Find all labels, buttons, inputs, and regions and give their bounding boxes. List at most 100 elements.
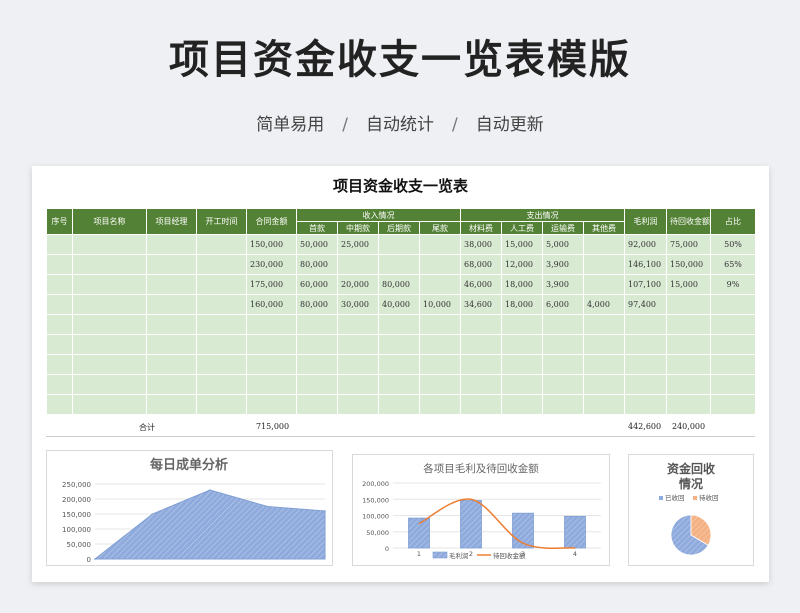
cell-expense[interactable]: 34,600 xyxy=(460,294,502,315)
cell-seq[interactable] xyxy=(46,294,73,315)
cell-ratio[interactable]: 65% xyxy=(710,254,756,275)
cell-manager[interactable] xyxy=(146,234,197,255)
cell-empty[interactable] xyxy=(501,334,543,355)
cell-empty[interactable] xyxy=(624,334,667,355)
cell-expense[interactable]: 15,000 xyxy=(501,234,543,255)
cell-seq[interactable] xyxy=(46,254,73,275)
cell-empty[interactable] xyxy=(296,374,338,395)
cell-empty[interactable] xyxy=(337,354,379,375)
cell-empty[interactable] xyxy=(460,394,502,415)
cell-income[interactable]: 80,000 xyxy=(378,274,420,295)
cell-empty[interactable] xyxy=(710,374,756,395)
cell-empty[interactable] xyxy=(624,374,667,395)
cell-empty[interactable] xyxy=(501,314,543,335)
cell-empty[interactable] xyxy=(501,394,543,415)
cell-empty[interactable] xyxy=(710,314,756,335)
cell-empty[interactable] xyxy=(46,354,73,375)
cell-start[interactable] xyxy=(196,234,247,255)
cell-income[interactable]: 30,000 xyxy=(337,294,379,315)
cell-profit[interactable]: 97,400 xyxy=(624,294,667,315)
cell-empty[interactable] xyxy=(246,354,297,375)
cell-empty[interactable] xyxy=(46,314,73,335)
cell-start[interactable] xyxy=(196,254,247,275)
cell-start[interactable] xyxy=(196,274,247,295)
cell-empty[interactable] xyxy=(246,394,297,415)
cell-empty[interactable] xyxy=(378,374,420,395)
cell-expense[interactable]: 38,000 xyxy=(460,234,502,255)
cell-contract[interactable]: 175,000 xyxy=(246,274,297,295)
cell-contract[interactable]: 160,000 xyxy=(246,294,297,315)
cell-empty[interactable] xyxy=(296,334,338,355)
cell-empty[interactable] xyxy=(624,394,667,415)
cell-empty[interactable] xyxy=(583,334,625,355)
cell-pending[interactable]: 75,000 xyxy=(666,234,711,255)
cell-empty[interactable] xyxy=(419,354,461,375)
cell-empty[interactable] xyxy=(46,374,73,395)
cell-empty[interactable] xyxy=(419,374,461,395)
cell-empty[interactable] xyxy=(246,334,297,355)
cell-income[interactable] xyxy=(419,234,461,255)
cell-income[interactable]: 80,000 xyxy=(296,294,338,315)
cell-empty[interactable] xyxy=(419,314,461,335)
cell-empty[interactable] xyxy=(378,354,420,375)
cell-income[interactable]: 80,000 xyxy=(296,254,338,275)
cell-empty[interactable] xyxy=(624,354,667,375)
cell-empty[interactable] xyxy=(246,374,297,395)
cell-empty[interactable] xyxy=(296,394,338,415)
cell-empty[interactable] xyxy=(542,374,584,395)
cell-empty[interactable] xyxy=(666,354,711,375)
cell-empty[interactable] xyxy=(146,314,197,335)
cell-empty[interactable] xyxy=(542,334,584,355)
cell-empty[interactable] xyxy=(378,394,420,415)
cell-empty[interactable] xyxy=(196,354,247,375)
cell-empty[interactable] xyxy=(72,374,147,395)
cell-empty[interactable] xyxy=(460,314,502,335)
cell-expense[interactable]: 3,900 xyxy=(542,254,584,275)
cell-empty[interactable] xyxy=(460,374,502,395)
cell-manager[interactable] xyxy=(146,254,197,275)
cell-profit[interactable]: 146,100 xyxy=(624,254,667,275)
cell-expense[interactable]: 5,000 xyxy=(542,234,584,255)
cell-empty[interactable] xyxy=(710,334,756,355)
cell-ratio[interactable]: 50% xyxy=(710,234,756,255)
cell-pending[interactable]: 15,000 xyxy=(666,274,711,295)
cell-empty[interactable] xyxy=(542,314,584,335)
cell-empty[interactable] xyxy=(583,374,625,395)
cell-empty[interactable] xyxy=(624,314,667,335)
cell-empty[interactable] xyxy=(583,314,625,335)
cell-empty[interactable] xyxy=(146,374,197,395)
cell-income[interactable] xyxy=(419,274,461,295)
cell-empty[interactable] xyxy=(337,374,379,395)
cell-empty[interactable] xyxy=(501,354,543,375)
cell-expense[interactable] xyxy=(583,254,625,275)
cell-empty[interactable] xyxy=(337,314,379,335)
cell-expense[interactable]: 3,900 xyxy=(542,274,584,295)
cell-empty[interactable] xyxy=(72,354,147,375)
cell-expense[interactable]: 68,000 xyxy=(460,254,502,275)
cell-contract[interactable]: 150,000 xyxy=(246,234,297,255)
cell-empty[interactable] xyxy=(666,334,711,355)
cell-empty[interactable] xyxy=(196,394,247,415)
cell-empty[interactable] xyxy=(146,354,197,375)
cell-income[interactable]: 50,000 xyxy=(296,234,338,255)
cell-income[interactable] xyxy=(419,254,461,275)
cell-empty[interactable] xyxy=(710,394,756,415)
cell-empty[interactable] xyxy=(419,334,461,355)
cell-start[interactable] xyxy=(196,294,247,315)
cell-empty[interactable] xyxy=(666,314,711,335)
cell-expense[interactable]: 18,000 xyxy=(501,294,543,315)
cell-empty[interactable] xyxy=(666,394,711,415)
cell-seq[interactable] xyxy=(46,274,73,295)
cell-profit[interactable]: 107,100 xyxy=(624,274,667,295)
cell-empty[interactable] xyxy=(72,334,147,355)
cell-expense[interactable]: 4,000 xyxy=(583,294,625,315)
cell-empty[interactable] xyxy=(378,334,420,355)
cell-empty[interactable] xyxy=(583,394,625,415)
cell-income[interactable] xyxy=(337,254,379,275)
cell-expense[interactable]: 18,000 xyxy=(501,274,543,295)
cell-pending[interactable]: 150,000 xyxy=(666,254,711,275)
cell-empty[interactable] xyxy=(460,334,502,355)
cell-empty[interactable] xyxy=(337,334,379,355)
cell-income[interactable]: 20,000 xyxy=(337,274,379,295)
cell-empty[interactable] xyxy=(72,394,147,415)
